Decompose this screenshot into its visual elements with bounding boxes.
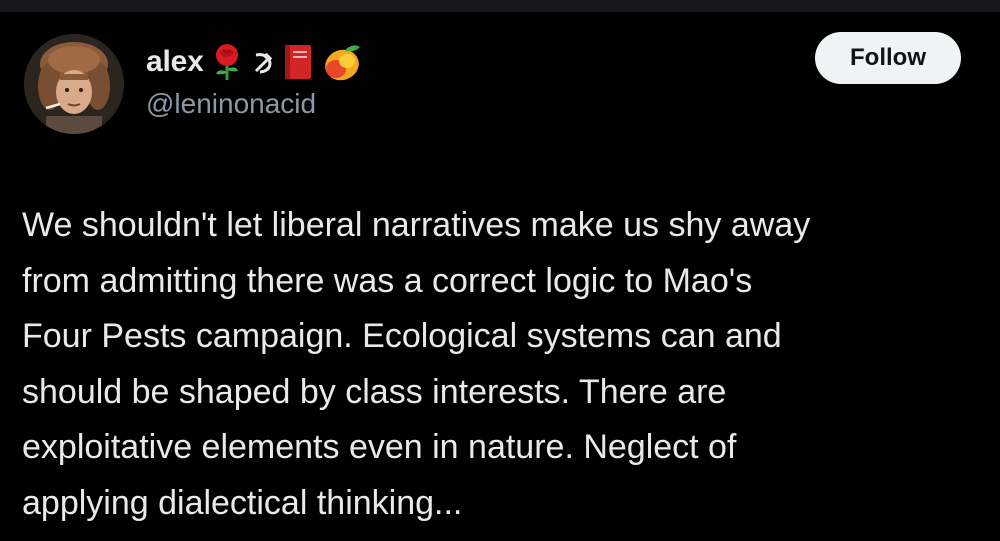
tweet-text-line: We shouldn't let liberal narratives make…: [22, 206, 811, 244]
tweet-text-line: exploitative elements even in nature. Ne…: [22, 428, 737, 466]
author-display-name[interactable]: alex: [146, 45, 204, 79]
tweet-text-line: Four Pests campaign. Ecological systems …: [22, 317, 782, 355]
tweet-text-line: should be shaped by class interests. The…: [22, 372, 727, 411]
rose-icon: [208, 42, 246, 82]
avatar[interactable]: [24, 34, 124, 134]
tweet-card[interactable]: alex @leninonacid Follow We shouldn't le…: [0, 12, 1000, 541]
follow-button[interactable]: Follow: [815, 32, 961, 84]
author-name-row[interactable]: alex: [146, 41, 364, 83]
red-book-icon: [280, 42, 316, 82]
tweet-text-line: applying dialectical thinking...: [22, 483, 463, 522]
mango-icon: [320, 41, 364, 83]
author-handle[interactable]: @leninonacid: [146, 88, 316, 120]
top-edge-bar: [0, 0, 1000, 12]
tweet-text: We shouldn't let liberal narratives make…: [22, 198, 982, 531]
hammer-sickle-icon: [250, 47, 276, 77]
tweet-text-line: from admitting there was a correct logic…: [22, 261, 753, 300]
